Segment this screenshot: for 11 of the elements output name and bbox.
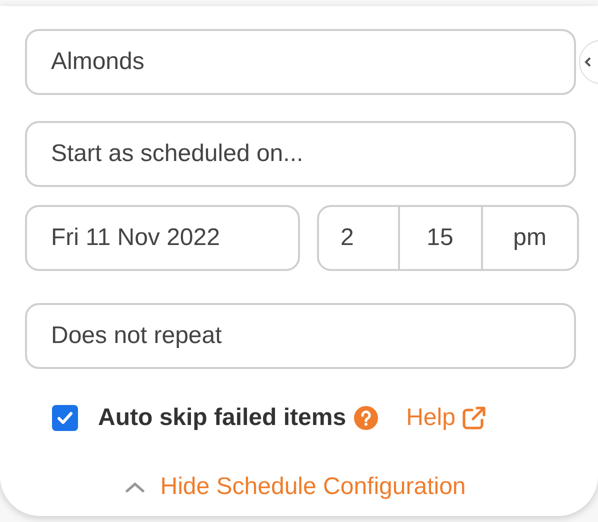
chevron-up-icon <box>124 480 146 494</box>
repeat-field[interactable]: Does not repeat <box>25 303 576 369</box>
recipe-field[interactable]: Almonds <box>25 29 576 95</box>
start-option-field[interactable]: Start as scheduled on... <box>25 121 576 187</box>
date-field[interactable]: Fri 11 Nov 2022 <box>25 205 300 271</box>
check-icon <box>56 409 74 427</box>
auto-skip-checkbox[interactable] <box>52 405 78 431</box>
chevron-left-icon <box>584 56 592 68</box>
external-link-icon <box>461 405 488 431</box>
auto-skip-label: Auto skip failed items <box>98 403 346 433</box>
help-icon[interactable] <box>354 406 378 430</box>
